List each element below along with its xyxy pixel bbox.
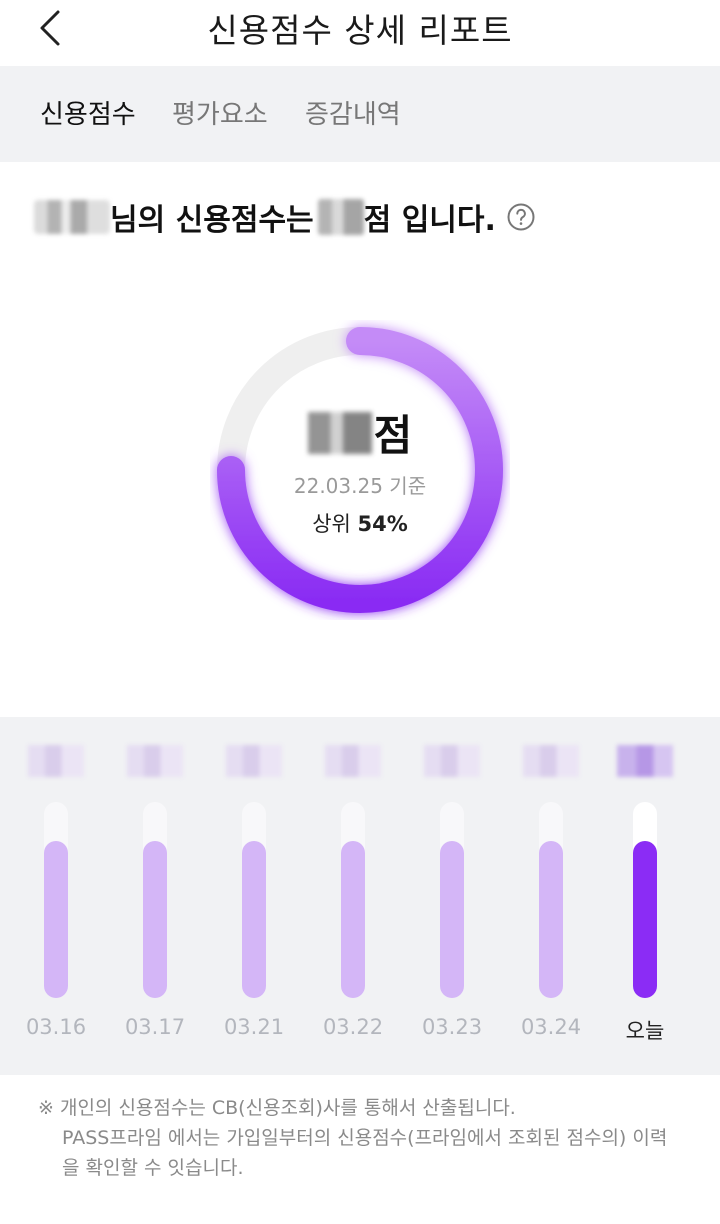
history-bar-track (143, 802, 167, 998)
question-circle-icon[interactable] (506, 202, 536, 232)
tab-change-history[interactable]: 증감내역 (305, 94, 401, 131)
notice-text: ※ 개인의 신용점수는 CB(신용조회)사를 통해서 산출됩니다. PASS프라… (38, 1093, 698, 1183)
masked-history-score (325, 745, 381, 777)
credit-score-gauge: 점 22.03.25 기준 상위 54% (210, 320, 510, 620)
gauge-score-unit: 점 (373, 411, 413, 460)
history-bar-track (341, 802, 365, 998)
history-date-label: 03.23 (421, 1015, 483, 1039)
history-date-label: 03.24 (520, 1015, 582, 1039)
notice-line-3: 을 확인할 수 잇습니다. (62, 1157, 244, 1179)
gauge-rank: 상위 54% (210, 508, 510, 538)
history-bar (341, 841, 365, 998)
masked-history-score (28, 745, 84, 777)
history-bar-track (440, 802, 464, 998)
masked-score (317, 199, 364, 235)
history-bar (242, 841, 266, 998)
history-date-label: 03.21 (223, 1015, 285, 1039)
history-column[interactable]: 03.17 (115, 717, 195, 1075)
rank-prefix: 상위 (312, 512, 358, 536)
history-column[interactable]: 03.21 (214, 717, 294, 1075)
rank-value: 54% (357, 512, 408, 536)
history-column[interactable]: 03.23 (412, 717, 492, 1075)
masked-gauge-score (307, 411, 372, 454)
history-column[interactable]: 오늘 (605, 717, 685, 1075)
masked-user-name (34, 200, 110, 234)
history-date-label: 03.22 (322, 1015, 384, 1039)
history-bar (44, 841, 68, 998)
history-column[interactable]: 03.22 (313, 717, 393, 1075)
history-column[interactable]: 03.16 (16, 717, 96, 1075)
app-header: 신용점수 상세 리포트 (0, 0, 720, 66)
score-history-chart: 03.16 03.17 03.21 03.22 03.23 03.24 오늘 (0, 717, 720, 1075)
history-bar (539, 841, 563, 998)
history-bar-track (539, 802, 563, 998)
history-date-label: 03.16 (25, 1015, 87, 1039)
summary-score-suffix: 점 입니다. (363, 203, 496, 238)
summary-name-suffix: 님의 신용점수는 (110, 203, 314, 238)
history-column[interactable]: 03.24 (511, 717, 591, 1075)
history-bar (440, 841, 464, 998)
history-bar-track (44, 802, 68, 998)
gauge-center: 점 22.03.25 기준 상위 54% (210, 320, 510, 620)
gauge-date-basis: 22.03.25 기준 (293, 474, 427, 498)
history-bar-track (633, 802, 657, 998)
tab-evaluation-factors[interactable]: 평가요소 (172, 94, 268, 131)
masked-history-score (617, 745, 673, 777)
history-date-label: 03.17 (124, 1015, 186, 1039)
masked-history-score (424, 745, 480, 777)
page-title: 신용점수 상세 리포트 (207, 11, 513, 50)
gauge-score: 점 (210, 402, 510, 463)
masked-history-score (127, 745, 183, 777)
masked-history-score (226, 745, 282, 777)
tab-bar: 신용점수 평가요소 증감내역 (0, 66, 720, 162)
history-bar (633, 841, 657, 998)
history-bar-track (242, 802, 266, 998)
tab-credit-score[interactable]: 신용점수 (40, 94, 136, 131)
notice-line-2: PASS프라임 에서는 가입일부터의 신용점수(프라임에서 조회된 점수의) 이… (62, 1127, 668, 1149)
history-date-label: 오늘 (625, 1019, 665, 1043)
score-summary: 님의 신용점수는 점 입니다. (34, 195, 536, 239)
masked-history-score (523, 745, 579, 777)
notice-line-1: ※ 개인의 신용점수는 CB(신용조회)사를 통해서 산출됩니다. (38, 1097, 516, 1119)
history-bar (143, 841, 167, 998)
